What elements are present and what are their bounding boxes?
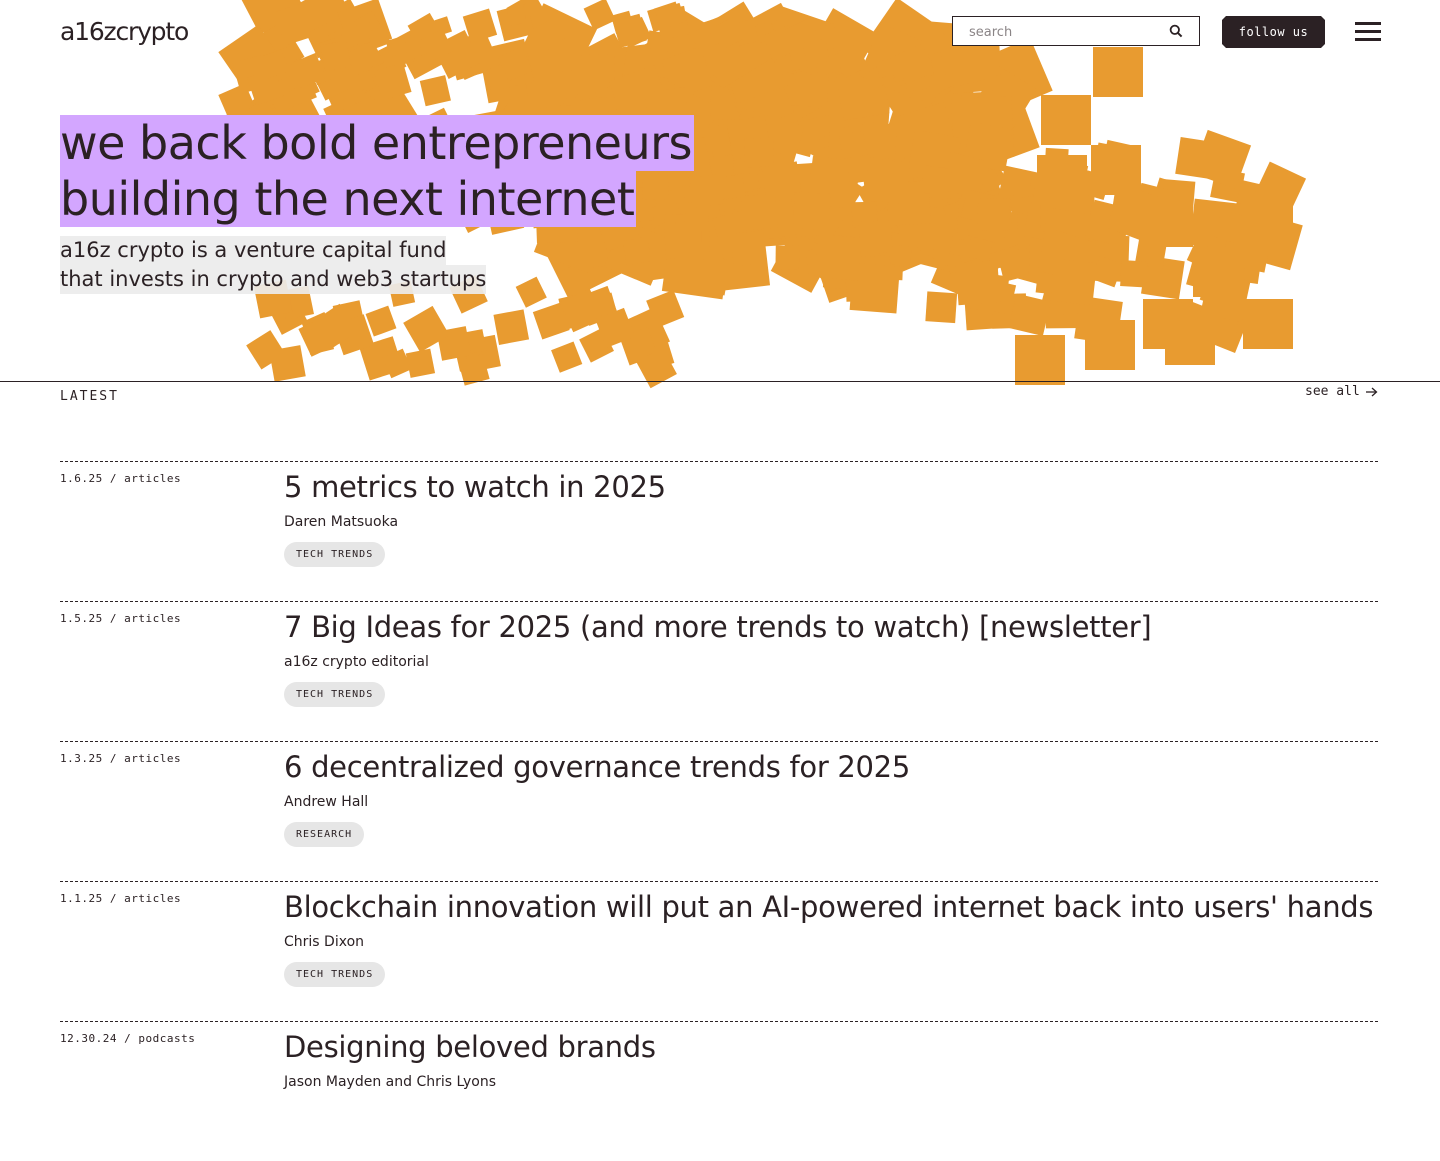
- article-meta: 1.1.25 / articles: [60, 892, 182, 905]
- article-row[interactable]: 1.1.25 / articles Blockchain innovation …: [60, 881, 1378, 1021]
- search-box[interactable]: [952, 16, 1200, 47]
- article-author[interactable]: Chris Dixon: [284, 934, 364, 950]
- article-author[interactable]: a16z crypto editorial: [284, 654, 429, 670]
- headline-line-1: we back bold entrepreneurs: [60, 115, 695, 171]
- article-row[interactable]: 1.6.25 / articles 5 metrics to watch in …: [60, 461, 1378, 601]
- see-all-label: see all: [1305, 384, 1360, 399]
- article-meta: 1.5.25 / articles: [60, 612, 182, 625]
- subheading-line-1: a16z crypto is a venture capital fund: [60, 236, 447, 265]
- article-title[interactable]: 6 decentralized governance trends for 20…: [284, 749, 910, 785]
- article-title[interactable]: Blockchain innovation will put an AI-pow…: [284, 889, 1374, 925]
- section-divider: [0, 381, 1440, 382]
- arrow-right-icon: [1365, 387, 1378, 396]
- subheading-line-2: that invests in crypto and web3 startups: [60, 265, 487, 294]
- follow-us-button[interactable]: follow us: [1222, 16, 1325, 48]
- site-logo[interactable]: a16zcrypto: [60, 17, 189, 46]
- article-meta: 1.3.25 / articles: [60, 752, 182, 765]
- article-tag[interactable]: TECH TRENDS: [284, 962, 386, 987]
- hero-headline: we back bold entrepreneurs building the …: [60, 115, 695, 227]
- article-list: 1.6.25 / articles 5 metrics to watch in …: [60, 461, 1378, 1161]
- latest-section-label: LATEST: [60, 389, 119, 404]
- article-row[interactable]: 12.30.24 / podcasts Designing beloved br…: [60, 1021, 1378, 1161]
- article-meta: 12.30.24 / podcasts: [60, 1032, 196, 1045]
- menu-icon[interactable]: [1355, 22, 1381, 42]
- article-title[interactable]: Designing beloved brands: [284, 1029, 656, 1065]
- article-tag[interactable]: TECH TRENDS: [284, 682, 386, 707]
- search-icon[interactable]: [1169, 24, 1183, 38]
- article-row[interactable]: 1.3.25 / articles 6 decentralized govern…: [60, 741, 1378, 881]
- see-all-link[interactable]: see all: [1305, 384, 1378, 399]
- article-author[interactable]: Andrew Hall: [284, 794, 368, 810]
- article-row[interactable]: 1.5.25 / articles 7 Big Ideas for 2025 (…: [60, 601, 1378, 741]
- article-author[interactable]: Jason Mayden and Chris Lyons: [284, 1074, 496, 1090]
- hero-subheading: a16z crypto is a venture capital fund th…: [60, 236, 487, 294]
- article-tag[interactable]: RESEARCH: [284, 822, 365, 847]
- article-title[interactable]: 7 Big Ideas for 2025 (and more trends to…: [284, 609, 1152, 645]
- article-tag[interactable]: TECH TRENDS: [284, 542, 386, 567]
- headline-line-2: building the next internet: [60, 171, 637, 227]
- article-title[interactable]: 5 metrics to watch in 2025: [284, 469, 666, 505]
- search-input[interactable]: [967, 17, 1171, 47]
- article-meta: 1.6.25 / articles: [60, 472, 182, 485]
- article-author[interactable]: Daren Matsuoka: [284, 514, 398, 530]
